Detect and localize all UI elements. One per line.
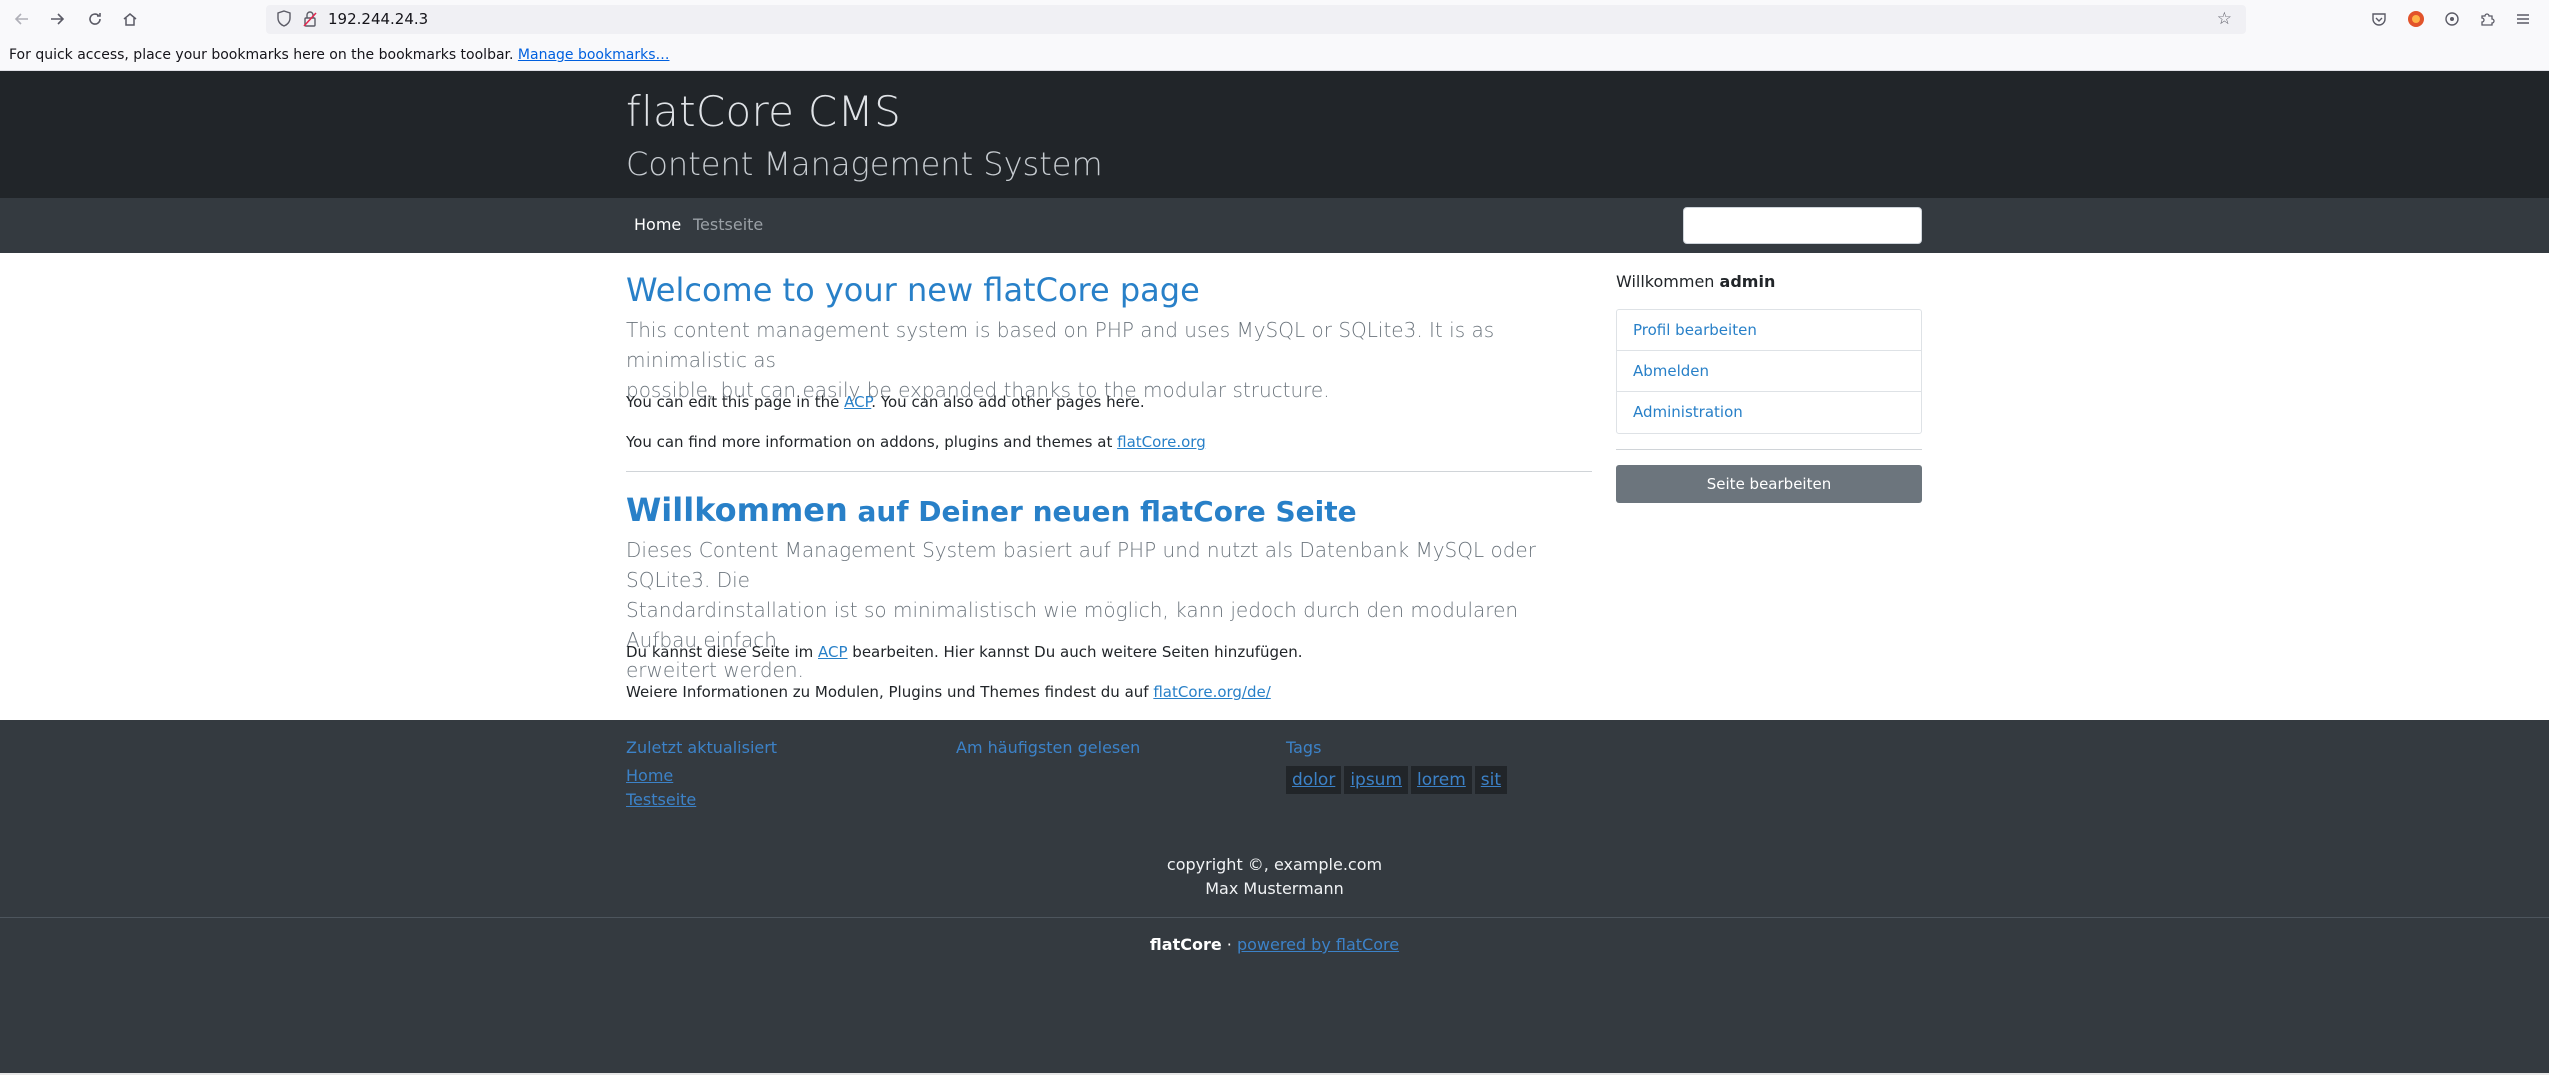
bookmarks-toolbar: For quick access, place your bookmarks h… <box>0 39 2549 71</box>
tag-lorem[interactable]: lorem <box>1411 766 1472 794</box>
site-title[interactable]: flatCore CMS <box>626 87 901 136</box>
footer-divider <box>0 917 2549 918</box>
bookmarks-hint: For quick access, place your bookmarks h… <box>9 47 514 63</box>
account-icon[interactable] <box>2405 8 2427 30</box>
seite-bearbeiten-button[interactable]: Seite bearbeiten <box>1616 465 1922 503</box>
informationen-text: Weiere Informationen zu Modulen, Plugins… <box>626 683 1154 701</box>
puzzle-icon[interactable] <box>2476 8 2498 30</box>
welcome-user: Willkommen admin <box>1616 272 1775 291</box>
acp-link[interactable]: ACP <box>844 393 871 411</box>
tag-sit[interactable]: sit <box>1474 766 1508 794</box>
content-divider <box>626 471 1592 472</box>
shield-icon[interactable] <box>276 10 292 28</box>
home-icon[interactable] <box>118 6 142 32</box>
url-bar[interactable]: 192.244.24.3 ☆ <box>266 5 2246 34</box>
username: admin <box>1719 272 1776 291</box>
informationen-paragraph: Weiere Informationen zu Modulen, Plugins… <box>626 683 1271 701</box>
site-subtitle: Content Management System <box>626 145 1103 183</box>
welcome-lead-line: This content management system is based … <box>626 318 1495 372</box>
bearbeiten-text: Du kannst diese Seite im <box>626 643 818 661</box>
willkommen-lead: Dieses Content Management System basiert… <box>626 535 1586 685</box>
welcome-lead: This content management system is based … <box>626 315 1586 405</box>
abmelden-link[interactable]: Abmelden <box>1617 351 1921 392</box>
willkommen-heading: Willkommen auf Deiner neuen flatCore Sei… <box>626 491 1357 529</box>
flatcore-org-link[interactable]: flatCore.org <box>1117 433 1206 451</box>
star-icon[interactable]: ☆ <box>2217 9 2232 29</box>
manage-bookmarks-link[interactable]: Manage bookmarks… <box>518 47 670 63</box>
hamburger-menu-icon[interactable] <box>2512 8 2534 30</box>
main-navbar: Home Testseite <box>0 198 2549 253</box>
willkommen-heading-big: Willkommen <box>626 491 848 529</box>
willkommen-lead-line: Dieses Content Management System basiert… <box>626 538 1536 592</box>
user-menu: Profil bearbeiten Abmelden Administratio… <box>1616 309 1922 434</box>
footer-brand: flatCore <box>1149 935 1222 954</box>
footer-credits: flatCore · powered by flatCore <box>0 935 2549 954</box>
tag-dolor[interactable]: dolor <box>1286 766 1342 794</box>
copyright-line: copyright ©, example.com <box>1166 855 1383 874</box>
edit-info-text-after: . You can also add other pages here. <box>871 393 1145 411</box>
reload-icon[interactable] <box>83 6 107 32</box>
profil-bearbeiten-link[interactable]: Profil bearbeiten <box>1617 310 1921 351</box>
bearbeiten-text-after: bearbeiten. Hier kannst Du auch weitere … <box>847 643 1303 661</box>
popular-heading: Am häufigsten gelesen <box>956 738 1141 757</box>
recent-heading: Zuletzt aktualisiert <box>626 738 778 757</box>
more-info-text: You can find more information on addons,… <box>626 433 1118 451</box>
recent-link-testseite[interactable]: Testseite <box>626 790 696 809</box>
acp-link-de[interactable]: ACP <box>818 643 848 661</box>
welcome-heading: Welcome to your new flatCore page <box>626 271 1200 309</box>
nav-item-testseite[interactable]: Testseite <box>693 215 763 234</box>
bearbeiten-paragraph: Du kannst diese Seite im ACP bearbeiten.… <box>626 643 1303 661</box>
forward-icon[interactable] <box>45 6 69 32</box>
administration-link[interactable]: Administration <box>1617 392 1921 433</box>
nav-item-home[interactable]: Home <box>634 215 681 234</box>
tags-heading: Tags <box>1286 738 1322 757</box>
tag-ipsum[interactable]: ipsum <box>1344 766 1409 794</box>
settings-icon[interactable] <box>2441 8 2463 30</box>
pocket-icon[interactable] <box>2368 8 2390 30</box>
footer-separator: · <box>1221 935 1237 954</box>
copyright: copyright ©, example.com Max Mustermann <box>0 853 2549 901</box>
browser-toolbar: 192.244.24.3 ☆ <box>0 0 2549 39</box>
site-footer: Zuletzt aktualisiert Home Testseite Am h… <box>0 720 2549 1075</box>
lock-icon[interactable] <box>302 10 318 28</box>
more-info-paragraph: You can find more information on addons,… <box>626 433 1206 451</box>
back-icon[interactable] <box>10 6 34 32</box>
recent-link-home[interactable]: Home <box>626 766 673 785</box>
sidebar-divider <box>1616 449 1922 450</box>
flatcore-org-de-link[interactable]: flatCore.org/de/ <box>1153 683 1270 701</box>
willkommen-heading-small: auf Deiner neuen flatCore Seite <box>847 495 1357 528</box>
search-input[interactable] <box>1683 207 1922 244</box>
edit-info-text: You can edit this page in the <box>626 393 845 411</box>
edit-info-paragraph: You can edit this page in the ACP. You c… <box>626 393 1145 411</box>
site-header: flatCore CMS Content Management System <box>0 71 2549 198</box>
powered-by-link[interactable]: powered by flatCore <box>1237 935 1399 954</box>
url-text[interactable]: 192.244.24.3 <box>328 10 428 28</box>
copyright-owner: Max Mustermann <box>1205 879 1344 898</box>
welcome-label: Willkommen <box>1616 272 1715 291</box>
tag-cloud: dolor ipsum lorem sit <box>1286 766 1508 794</box>
